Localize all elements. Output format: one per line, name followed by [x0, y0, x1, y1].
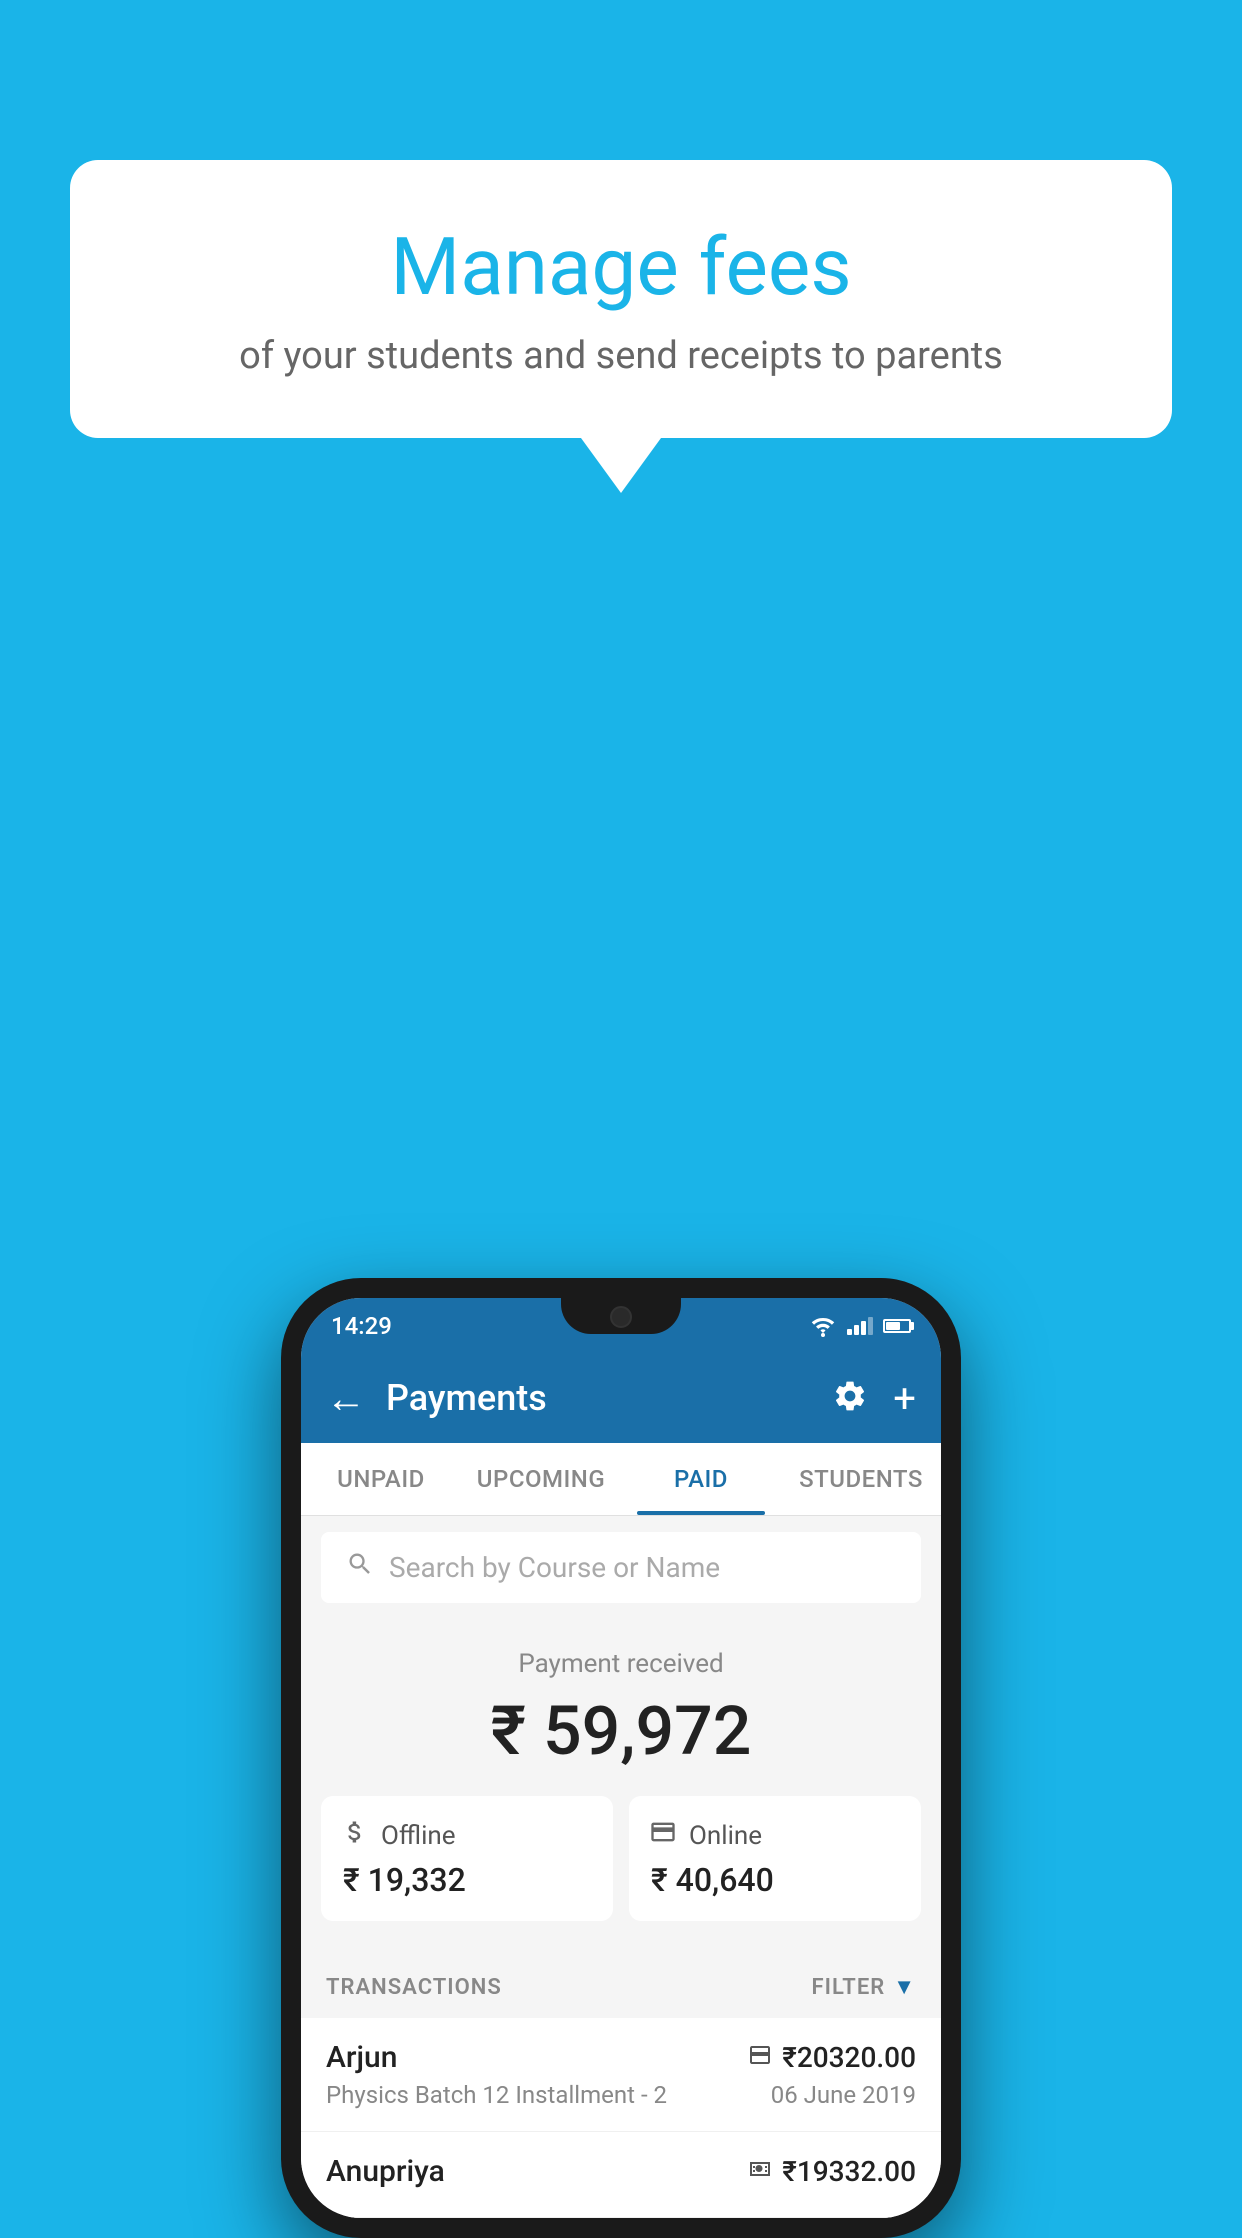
transaction-row2-arjun: Physics Batch 12 Installment - 2 06 June… [326, 2081, 916, 2109]
search-icon [346, 1550, 374, 1585]
speech-bubble-title: Manage fees [140, 220, 1102, 314]
transaction-name-anupriya: Anupriya [326, 2154, 445, 2189]
phone-screen: 14:29 [301, 1298, 941, 2218]
payment-cards: Offline ₹ 19,332 Online [321, 1796, 921, 1921]
payment-amount: ₹ 59,972 [321, 1691, 921, 1771]
battery-icon [883, 1319, 911, 1333]
search-bar[interactable]: Search by Course or Name [321, 1532, 921, 1603]
tabs-container: UNPAID UPCOMING PAID STUDENTS [301, 1443, 941, 1516]
transaction-amount-container-anupriya: ₹19332.00 [748, 2155, 916, 2188]
speech-bubble-arrow [581, 438, 661, 493]
online-amount: ₹ 40,640 [649, 1861, 774, 1899]
transactions-header: TRANSACTIONS FILTER ▼ [301, 1956, 941, 2018]
tab-unpaid[interactable]: UNPAID [301, 1443, 461, 1515]
filter-button[interactable]: FILTER ▼ [812, 1974, 916, 2000]
transaction-amount-anupriya: ₹19332.00 [782, 2155, 916, 2188]
cash-icon-anupriya [748, 2159, 772, 2184]
offline-icon [341, 1818, 369, 1853]
transaction-name-arjun: Arjun [326, 2040, 397, 2075]
filter-label: FILTER [812, 1975, 886, 2000]
search-container: Search by Course or Name [301, 1516, 941, 1619]
transaction-amount-arjun: ₹20320.00 [782, 2041, 916, 2074]
transactions-label: TRANSACTIONS [326, 1975, 502, 2000]
add-button[interactable]: + [893, 1375, 916, 1422]
transaction-date-arjun: 06 June 2019 [771, 2081, 916, 2109]
app-bar-title: Payments [386, 1377, 832, 1419]
offline-amount: ₹ 19,332 [341, 1861, 466, 1899]
app-bar-actions: + [832, 1375, 916, 1422]
filter-icon: ▼ [893, 1974, 916, 2000]
speech-bubble-subtitle: of your students and send receipts to pa… [140, 334, 1102, 378]
search-placeholder: Search by Course or Name [389, 1551, 720, 1584]
phone-notch [561, 1298, 681, 1334]
phone-container: 14:29 [281, 1278, 961, 2238]
payment-received-label: Payment received [321, 1649, 921, 1679]
payment-card-offline-header: Offline [341, 1818, 456, 1853]
settings-button[interactable] [832, 1378, 868, 1418]
transaction-detail-arjun: Physics Batch 12 Installment - 2 [326, 2081, 667, 2109]
payment-summary: Payment received ₹ 59,972 Offline [301, 1619, 941, 1956]
speech-bubble: Manage fees of your students and send re… [70, 160, 1172, 438]
transaction-row1-arjun: Arjun ₹20320.00 [326, 2040, 916, 2075]
transaction-amount-container-arjun: ₹20320.00 [748, 2041, 916, 2074]
tab-students[interactable]: STUDENTS [781, 1443, 941, 1515]
status-icons [809, 1315, 911, 1337]
transaction-row1-anupriya: Anupriya ₹19332.00 [326, 2154, 916, 2189]
phone-outer: 14:29 [281, 1278, 961, 2238]
tab-upcoming[interactable]: UPCOMING [461, 1443, 621, 1515]
app-bar: ← Payments + [301, 1353, 941, 1443]
online-icon [649, 1818, 677, 1853]
tab-paid[interactable]: PAID [621, 1443, 781, 1515]
payment-card-online-header: Online [649, 1818, 762, 1853]
status-time: 14:29 [331, 1312, 392, 1340]
payment-card-offline: Offline ₹ 19,332 [321, 1796, 613, 1921]
offline-label: Offline [381, 1821, 456, 1851]
back-button[interactable]: ← [326, 1375, 366, 1422]
signal-icon [847, 1317, 873, 1335]
card-icon-arjun [748, 2045, 772, 2070]
transaction-item-anupriya[interactable]: Anupriya ₹19332.00 [301, 2132, 941, 2218]
phone-camera [610, 1306, 632, 1328]
transaction-item-arjun[interactable]: Arjun ₹20320.00 Physics Batch 12 Install… [301, 2018, 941, 2132]
online-label: Online [689, 1821, 762, 1851]
wifi-icon [809, 1315, 837, 1337]
speech-bubble-container: Manage fees of your students and send re… [70, 160, 1172, 493]
payment-card-online: Online ₹ 40,640 [629, 1796, 921, 1921]
gear-icon [832, 1378, 868, 1414]
